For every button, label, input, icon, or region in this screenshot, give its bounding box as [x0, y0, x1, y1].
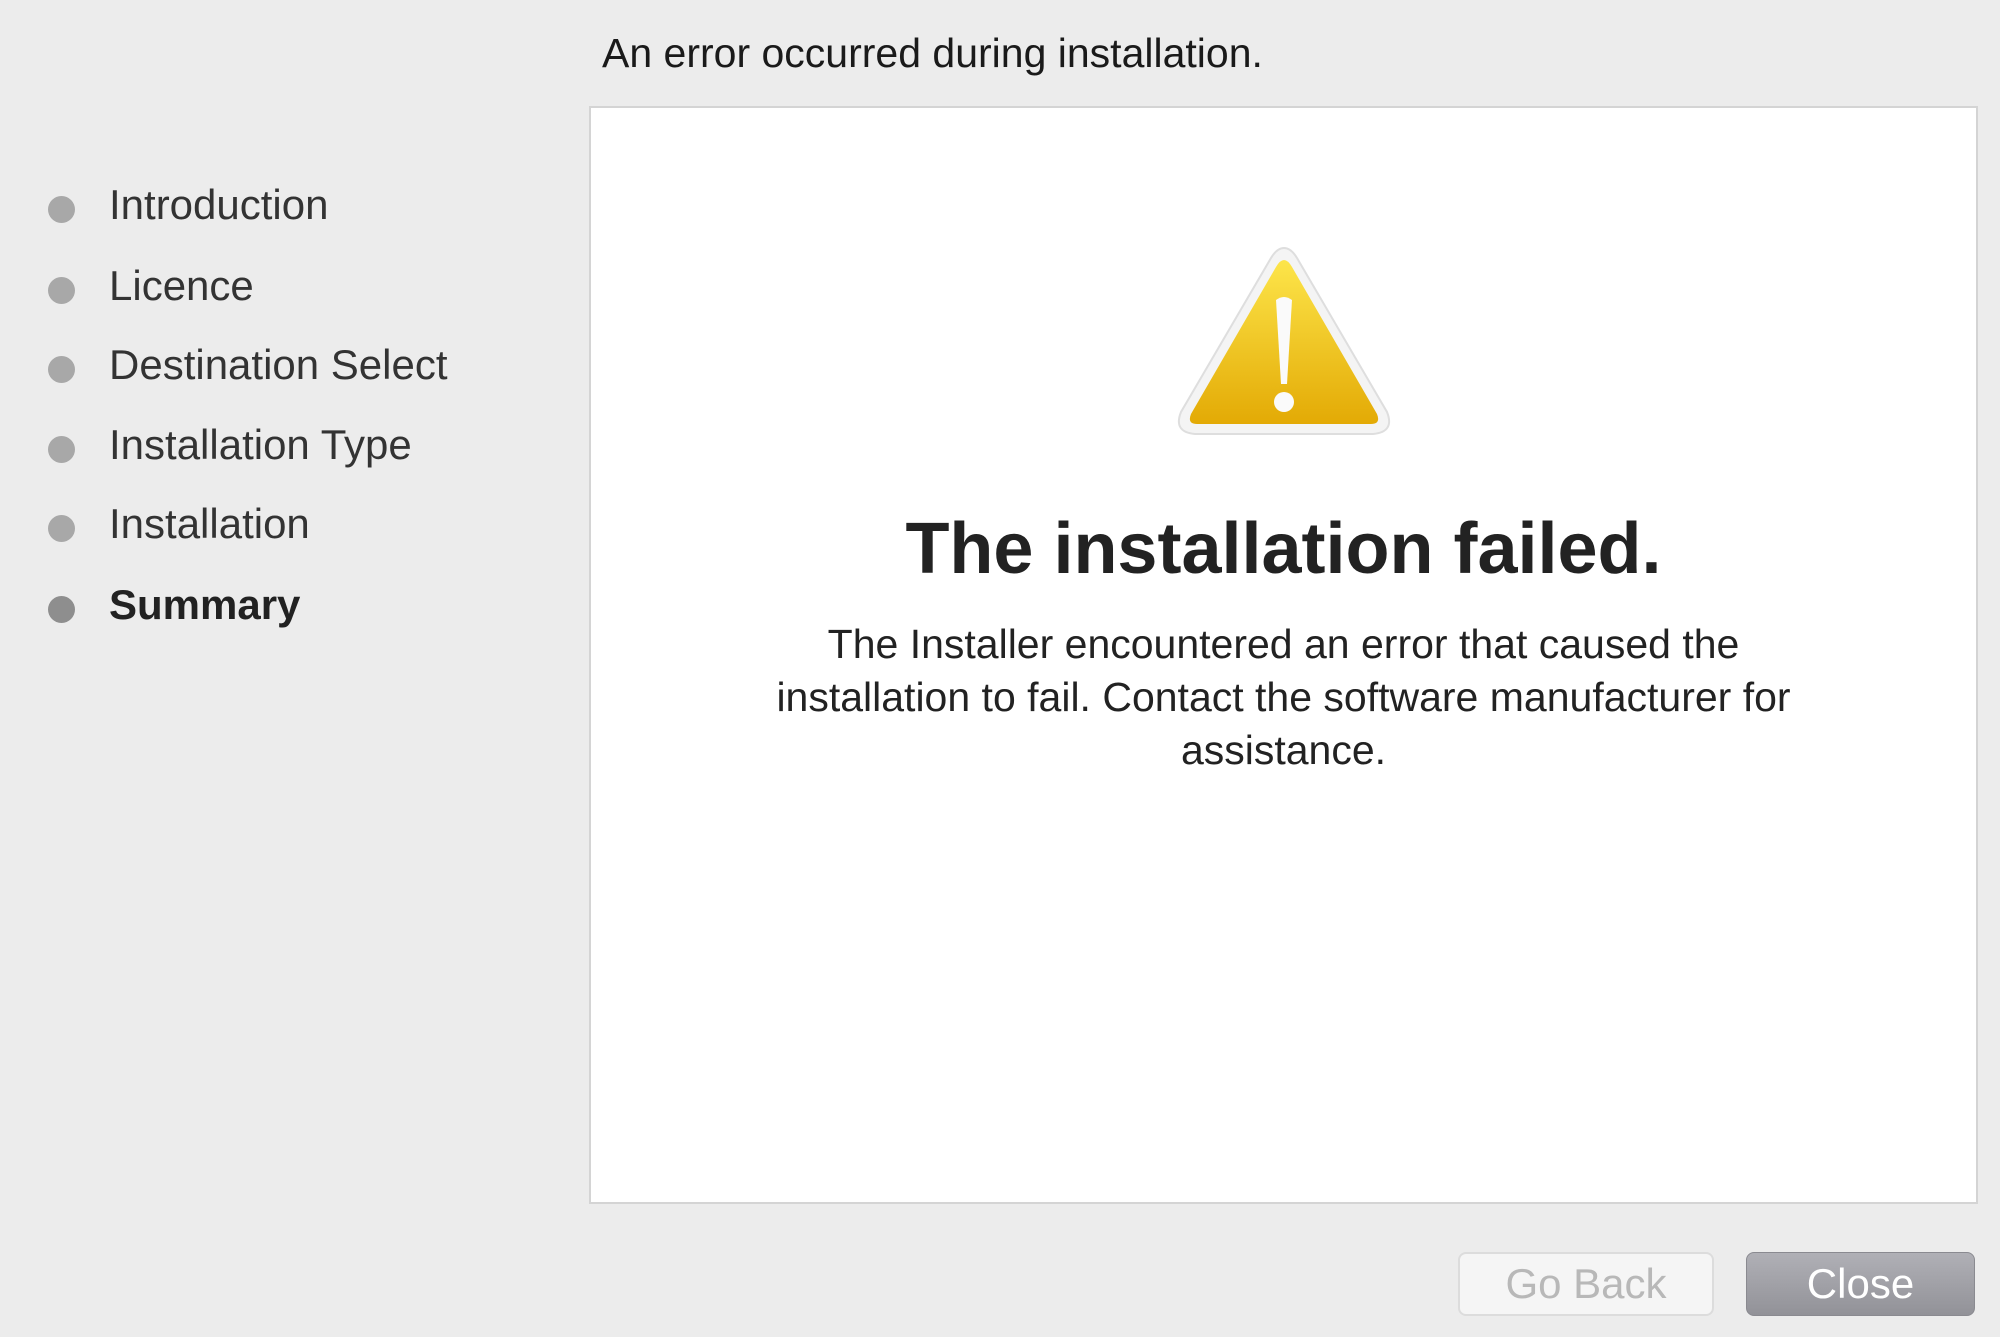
- failure-title: The installation failed.: [905, 509, 1662, 589]
- go-back-button[interactable]: Go Back: [1458, 1252, 1714, 1316]
- step-bullet-icon: [48, 195, 75, 223]
- step-label: Summary: [109, 581, 301, 628]
- step-label: Licence: [109, 262, 254, 309]
- step-bullet-icon: [48, 514, 75, 542]
- step-installation: Installation: [48, 494, 310, 554]
- step-label: Installation: [109, 500, 310, 547]
- step-destination-select: Destination Select: [48, 335, 448, 395]
- warning-triangle-icon: [1177, 246, 1391, 435]
- close-button[interactable]: Close: [1746, 1252, 1975, 1316]
- step-label: Destination Select: [109, 341, 448, 388]
- step-summary: Summary: [48, 575, 300, 635]
- step-bullet-icon: [48, 435, 75, 463]
- step-installation-type: Installation Type: [48, 415, 412, 475]
- failure-message: The Installer encountered an error that …: [776, 621, 1791, 773]
- step-label: Installation Type: [109, 421, 412, 468]
- step-bullet-icon: [48, 276, 75, 304]
- step-introduction: Introduction: [48, 175, 328, 235]
- content-panel: The installation failed. The Installer e…: [589, 106, 1978, 1204]
- page-header: An error occurred during installation.: [602, 30, 1263, 76]
- step-bullet-icon: [48, 595, 75, 623]
- step-bullet-icon: [48, 355, 75, 383]
- step-label: Introduction: [109, 181, 329, 228]
- step-licence: Licence: [48, 256, 254, 316]
